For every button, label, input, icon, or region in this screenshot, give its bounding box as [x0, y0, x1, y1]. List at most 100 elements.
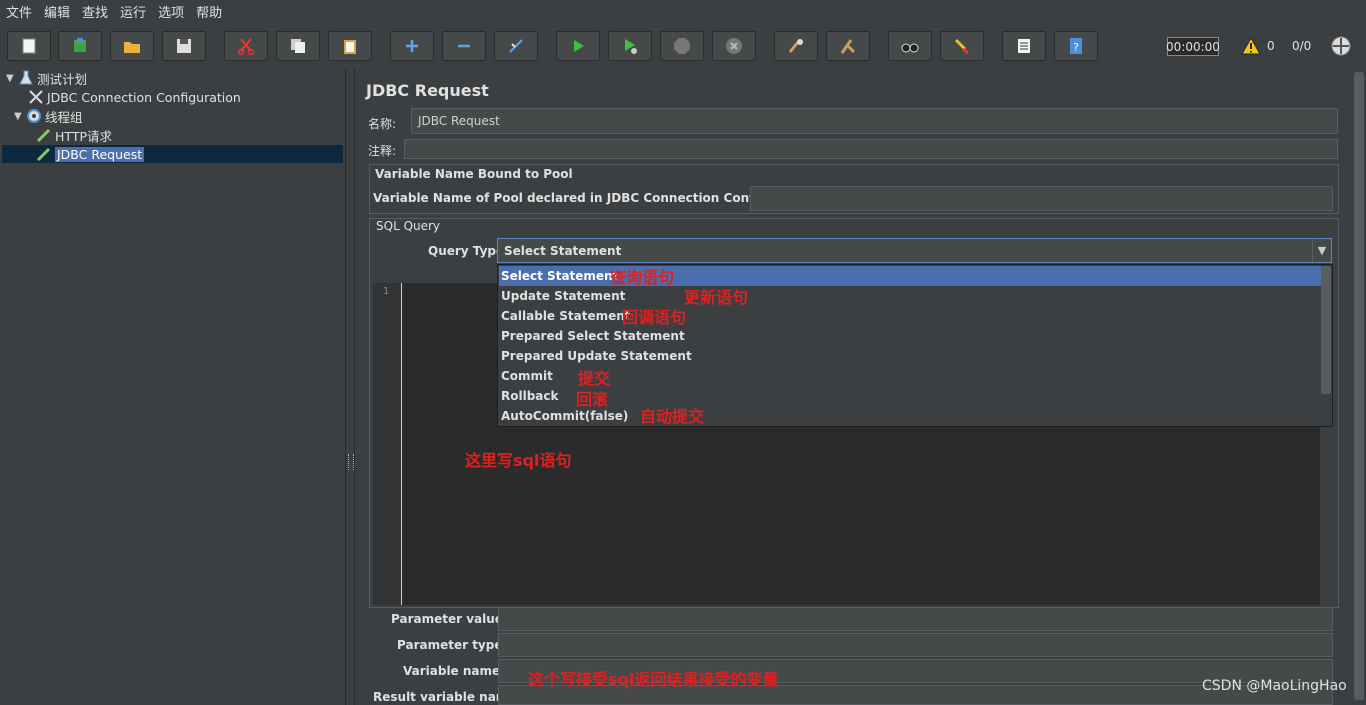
svg-text:?: ?	[1073, 41, 1079, 54]
warning-icon	[1241, 37, 1261, 55]
copy-button[interactable]	[276, 31, 320, 61]
expand-arrow-icon[interactable]: ▼	[14, 111, 26, 122]
menu-run[interactable]: 运行	[114, 2, 152, 21]
toggle-button[interactable]	[494, 31, 538, 61]
tree-label-jdbc-config: JDBC Connection Configuration	[47, 89, 241, 105]
annotation-callable: 回调语句	[622, 308, 687, 327]
annotation-select: 查询语句	[610, 268, 675, 287]
start-button[interactable]	[556, 31, 600, 61]
minus-icon	[458, 44, 470, 48]
pane-splitter[interactable]	[345, 68, 355, 705]
elapsed-timer: 00:00:00	[1166, 37, 1220, 56]
panel-scrollbar[interactable]	[1352, 68, 1366, 705]
menu-help[interactable]: 帮助	[190, 2, 228, 21]
save-icon	[177, 39, 191, 53]
broom-icon	[840, 39, 856, 54]
menu-search[interactable]: 查找	[76, 2, 114, 21]
pool-input[interactable]	[750, 186, 1333, 211]
help-button[interactable]: ?	[1054, 31, 1098, 61]
flask-icon	[19, 70, 33, 85]
comment-input[interactable]	[404, 139, 1338, 159]
option-autocommit-false[interactable]: AutoCommit(false)	[499, 406, 1321, 426]
open-button[interactable]	[110, 31, 154, 61]
comment-label: 注释:	[368, 144, 397, 158]
toolbar: ?	[0, 24, 1366, 66]
tree-label-http-request: HTTP请求	[55, 128, 112, 144]
variable-names-label: Variable names:	[403, 664, 513, 678]
param-values-input[interactable]	[498, 607, 1333, 631]
pipette-icon	[36, 128, 51, 143]
save-button[interactable]	[162, 31, 206, 61]
warning-count: 0	[1267, 39, 1275, 53]
tree-node-http-request[interactable]: HTTP请求	[36, 126, 112, 144]
cut-button[interactable]	[224, 31, 268, 61]
annotation-vars-here: 这个写接受sql返回结果接受的变量	[528, 670, 779, 689]
param-types-input[interactable]	[498, 633, 1333, 657]
annotation-autocommit: 自动提交	[640, 407, 705, 426]
tree-label-test-plan: 测试计划	[37, 71, 88, 87]
start-no-pause-button[interactable]	[608, 31, 652, 61]
play-icon	[574, 40, 584, 52]
panel-title: JDBC Request	[366, 81, 489, 100]
csdn-watermark: CSDN @MaoLingHao	[1202, 678, 1347, 694]
binoculars-icon	[901, 43, 919, 53]
folder-icon	[124, 42, 140, 53]
query-type-select[interactable]: Select Statement ▼	[497, 238, 1332, 263]
new-file-icon	[22, 38, 36, 54]
option-prepared-select[interactable]: Prepared Select Statement	[499, 326, 1321, 346]
param-types-label: Parameter types:	[397, 638, 515, 652]
tree-node-jdbc-request[interactable]: JDBC Request	[36, 145, 145, 163]
templates-icon	[74, 38, 86, 52]
wand-icon	[509, 39, 523, 53]
warning-indicator[interactable]: 0	[1241, 37, 1275, 55]
pool-group-title: Variable Name Bound to Pool	[375, 167, 573, 181]
dropdown-scrollbar[interactable]	[1321, 266, 1331, 394]
stop-button[interactable]	[660, 31, 704, 61]
shutdown-icon	[726, 38, 742, 54]
menu-edit[interactable]: 编辑	[38, 2, 76, 21]
menu-options[interactable]: 选项	[152, 2, 190, 21]
paste-button[interactable]	[328, 31, 372, 61]
stop-icon	[674, 38, 690, 54]
expand-button[interactable]	[390, 31, 434, 61]
annotation-sql-here: 这里写sql语句	[465, 451, 572, 470]
option-prepared-update[interactable]: Prepared Update Statement	[499, 346, 1321, 366]
panel-scroll-thumb[interactable]	[1354, 72, 1364, 700]
menu-bar: 文件 编辑 查找 运行 选项 帮助	[0, 0, 1366, 22]
tree-node-jdbc-config[interactable]: JDBC Connection Configuration	[28, 88, 241, 106]
name-input[interactable]: JDBC Request	[411, 108, 1338, 134]
line-number: 1	[383, 286, 390, 297]
option-commit[interactable]: Commit	[499, 366, 1321, 386]
tree-node-test-plan[interactable]: ▼ 测试计划	[6, 69, 87, 87]
param-values-label: Parameter values:	[391, 612, 515, 626]
tools-icon	[29, 90, 43, 104]
active-threads-ratio: 0/0	[1292, 39, 1312, 53]
expand-arrow-icon[interactable]: ▼	[6, 73, 18, 84]
chevron-down-icon[interactable]: ▼	[1312, 239, 1331, 262]
search-button[interactable]	[888, 31, 932, 61]
scissors-icon	[237, 38, 255, 56]
copy-icon	[291, 39, 305, 53]
reset-search-button[interactable]	[940, 31, 984, 61]
clear-button[interactable]	[774, 31, 818, 61]
pipette-icon	[36, 147, 51, 162]
menu-file[interactable]: 文件	[0, 2, 38, 21]
clear-all-button[interactable]	[826, 31, 870, 61]
option-update-statement[interactable]: Update Statement	[499, 286, 1321, 306]
collapse-button[interactable]	[442, 31, 486, 61]
new-button[interactable]	[7, 31, 51, 61]
shutdown-button[interactable]	[712, 31, 756, 61]
tree-label-thread-group: 线程组	[45, 109, 83, 125]
tree-node-thread-group[interactable]: ▼ 线程组	[14, 107, 83, 125]
option-rollback[interactable]: Rollback	[499, 386, 1321, 406]
help-book-icon: ?	[1070, 38, 1082, 54]
broom-gear-icon	[788, 39, 803, 53]
remote-globe-icon[interactable]	[1330, 35, 1352, 57]
test-plan-tree: ▼ 测试计划 JDBC Connection Configuration ▼ 线…	[0, 68, 346, 705]
reset-broom-icon	[954, 38, 969, 55]
list-icon	[1018, 39, 1030, 53]
templates-button[interactable]	[58, 31, 102, 61]
query-type-value: Select Statement	[504, 243, 622, 258]
play-no-timer-icon	[625, 39, 637, 54]
function-helper-button[interactable]	[1002, 31, 1046, 61]
